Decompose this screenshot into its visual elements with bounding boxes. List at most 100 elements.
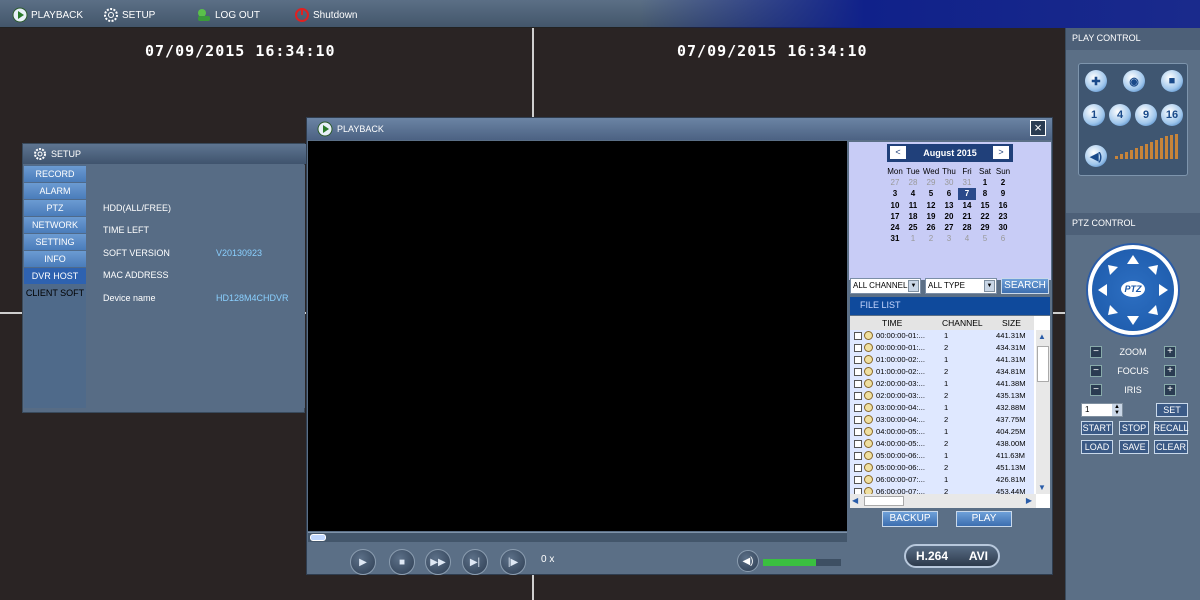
skip-forward-icon[interactable]: ▶| bbox=[462, 549, 488, 575]
stop-icon[interactable]: ■ bbox=[389, 549, 415, 575]
row-checkbox[interactable] bbox=[854, 416, 862, 424]
scroll-right-icon[interactable]: ▶ bbox=[1026, 496, 1032, 505]
format-toggle[interactable]: H.264 AVI bbox=[904, 544, 1000, 568]
setup-menu-alarm[interactable]: ALARM bbox=[24, 183, 86, 199]
calendar-day-other[interactable]: 27 bbox=[886, 177, 904, 188]
speaker-icon[interactable]: ◀) bbox=[1085, 145, 1107, 167]
calendar-day-other[interactable]: 2 bbox=[922, 233, 940, 244]
logout-button[interactable]: LOG OUT bbox=[196, 6, 260, 24]
focus-minus-button[interactable]: − bbox=[1090, 365, 1102, 377]
col-channel[interactable]: CHANNEL bbox=[942, 318, 983, 328]
record-icon[interactable]: ■ bbox=[1161, 70, 1183, 92]
table-row[interactable]: 02:00:00-03:... 1 441.38M bbox=[850, 378, 1034, 390]
play-file-button[interactable]: PLAY bbox=[956, 511, 1012, 527]
step-frame-icon[interactable]: |▶ bbox=[500, 549, 526, 575]
seek-bar[interactable] bbox=[308, 532, 847, 542]
channel-select[interactable]: ALL CHANNEL ▼ bbox=[850, 278, 921, 294]
setup-menu-dvr-host[interactable]: DVR HOST bbox=[24, 268, 86, 284]
table-row[interactable]: 05:00:00-06:... 2 451.13M bbox=[850, 462, 1034, 474]
row-checkbox[interactable] bbox=[854, 380, 862, 388]
calendar-day-other[interactable]: 30 bbox=[940, 177, 958, 188]
calendar-day[interactable]: 7 bbox=[958, 188, 976, 200]
setup-menu-record[interactable]: RECORD bbox=[24, 166, 86, 182]
table-row[interactable]: 04:00:00-05:... 1 404.25M bbox=[850, 426, 1034, 438]
calendar-day[interactable]: 6 bbox=[940, 188, 958, 199]
playback-title-bar[interactable]: PLAYBACK bbox=[307, 118, 1052, 140]
calendar-day[interactable]: 11 bbox=[904, 200, 922, 211]
calendar-day[interactable]: 31 bbox=[886, 233, 904, 244]
calendar-day-other[interactable]: 28 bbox=[904, 177, 922, 188]
table-row[interactable]: 02:00:00-03:... 2 435.13M bbox=[850, 390, 1034, 402]
calendar-day[interactable]: 28 bbox=[958, 222, 976, 233]
calendar-day[interactable]: 16 bbox=[994, 200, 1012, 211]
split-9-button[interactable]: 9 bbox=[1135, 104, 1157, 126]
calendar-day[interactable]: 29 bbox=[976, 222, 994, 233]
recall-button[interactable]: RECALL bbox=[1154, 421, 1189, 435]
load-button[interactable]: LOAD bbox=[1081, 440, 1113, 454]
table-row[interactable]: 00:00:00-01:... 2 434.31M bbox=[850, 342, 1034, 354]
row-checkbox[interactable] bbox=[854, 344, 862, 352]
setup-menu-ptz[interactable]: PTZ bbox=[24, 200, 86, 216]
file-list-vscroll[interactable]: ▲ ▼ bbox=[1036, 330, 1050, 494]
seek-knob[interactable] bbox=[310, 534, 326, 541]
setup-menu-client-soft[interactable]: CLIENT SOFT bbox=[24, 285, 86, 301]
type-select[interactable]: ALL TYPE ▼ bbox=[925, 278, 997, 294]
table-row[interactable]: 00:00:00-01:... 1 441.31M bbox=[850, 330, 1034, 342]
col-time[interactable]: TIME bbox=[882, 318, 902, 328]
spinner-arrows-icon[interactable]: ▲ ▼ bbox=[1112, 404, 1122, 416]
split-1-button[interactable]: 1 bbox=[1083, 104, 1105, 126]
chevron-down-icon[interactable]: ▼ bbox=[908, 280, 919, 292]
calendar-day[interactable]: 12 bbox=[922, 200, 940, 211]
setup-menu-button[interactable]: SETUP bbox=[103, 6, 155, 24]
calendar-day[interactable]: 26 bbox=[922, 222, 940, 233]
row-checkbox[interactable] bbox=[854, 356, 862, 364]
calendar-day[interactable]: 17 bbox=[886, 211, 904, 222]
hscroll-thumb[interactable] bbox=[864, 496, 904, 506]
table-row[interactable]: 03:00:00-04:... 2 437.75M bbox=[850, 414, 1034, 426]
calendar-day[interactable]: 14 bbox=[958, 200, 976, 211]
save-button[interactable]: SAVE bbox=[1119, 440, 1149, 454]
calendar-day[interactable]: 13 bbox=[940, 200, 958, 211]
clear-button[interactable]: CLEAR bbox=[1154, 440, 1188, 454]
split-4-button[interactable]: 4 bbox=[1109, 104, 1131, 126]
calendar-day[interactable]: 24 bbox=[886, 222, 904, 233]
setup-menu-info[interactable]: INFO bbox=[24, 251, 86, 267]
calendar-day[interactable]: 1 bbox=[976, 177, 994, 188]
calendar-day[interactable]: 23 bbox=[994, 211, 1012, 222]
scroll-down-icon[interactable]: ▼ bbox=[1038, 483, 1046, 492]
row-checkbox[interactable] bbox=[854, 404, 862, 412]
calendar-day[interactable]: 25 bbox=[904, 222, 922, 233]
calendar-day[interactable]: 27 bbox=[940, 222, 958, 233]
close-icon[interactable]: × bbox=[1030, 120, 1046, 136]
search-button[interactable]: SEARCH bbox=[1001, 278, 1049, 294]
zoom-plus-button[interactable]: + bbox=[1164, 346, 1176, 358]
calendar-day-other[interactable]: 1 bbox=[904, 233, 922, 244]
calendar-day[interactable]: 15 bbox=[976, 200, 994, 211]
row-checkbox[interactable] bbox=[854, 332, 862, 340]
col-size[interactable]: SIZE bbox=[1002, 318, 1021, 328]
table-row[interactable]: 05:00:00-06:... 1 411.63M bbox=[850, 450, 1034, 462]
calendar-day[interactable]: 22 bbox=[976, 211, 994, 222]
calendar-day[interactable]: 18 bbox=[904, 211, 922, 222]
volume-slider[interactable] bbox=[763, 559, 841, 566]
capture-icon[interactable]: ◉ bbox=[1123, 70, 1145, 92]
table-row[interactable]: 03:00:00-04:... 1 432.88M bbox=[850, 402, 1034, 414]
chevron-down-icon[interactable]: ▼ bbox=[984, 280, 995, 292]
table-row[interactable]: 04:00:00-05:... 2 438.00M bbox=[850, 438, 1034, 450]
ptz-joystick[interactable]: PTZ bbox=[1086, 243, 1180, 337]
scroll-thumb[interactable] bbox=[1037, 346, 1049, 382]
row-checkbox[interactable] bbox=[854, 428, 862, 436]
start-button[interactable]: START bbox=[1081, 421, 1113, 435]
scroll-left-icon[interactable]: ◀ bbox=[852, 496, 858, 505]
backup-button[interactable]: BACKUP bbox=[882, 511, 938, 527]
focus-plus-button[interactable]: + bbox=[1164, 365, 1176, 377]
scroll-up-icon[interactable]: ▲ bbox=[1038, 332, 1046, 341]
row-checkbox[interactable] bbox=[854, 476, 862, 484]
setup-title-bar[interactable]: SETUP bbox=[23, 144, 306, 164]
table-row[interactable]: 06:00:00-07:... 1 426.81M bbox=[850, 474, 1034, 486]
calendar-day[interactable]: 5 bbox=[922, 188, 940, 199]
file-list-hscroll[interactable]: ◀ ▶ bbox=[850, 494, 1036, 508]
zoom-minus-button[interactable]: − bbox=[1090, 346, 1102, 358]
ptz-center-button[interactable]: PTZ bbox=[1121, 281, 1145, 297]
split-16-button[interactable]: 16 bbox=[1161, 104, 1183, 126]
